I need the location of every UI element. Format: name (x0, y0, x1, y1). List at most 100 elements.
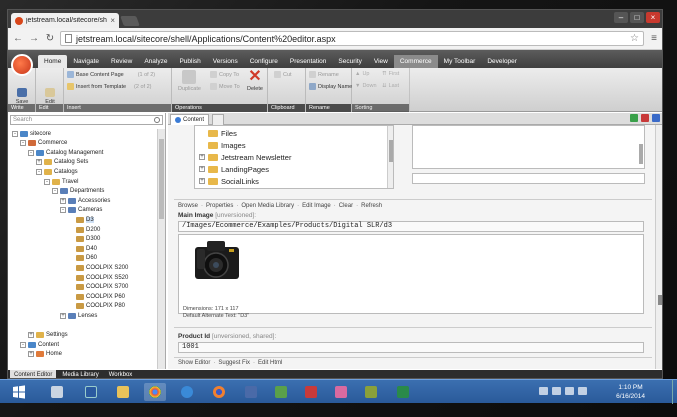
tree-node[interactable]: + Home (28, 350, 62, 359)
expand-icon[interactable]: + (28, 351, 34, 358)
tree-node[interactable]: - Travel (44, 177, 78, 186)
product-id-field[interactable]: 1001 (178, 342, 644, 353)
app-blue-icon[interactable] (240, 383, 262, 401)
tree-node[interactable]: - Catalog Management (28, 148, 103, 157)
field-action-link[interactable]: Edit Image (302, 203, 331, 209)
treelist-item[interactable]: + Jetstream Newsletter (199, 152, 291, 162)
treelist-scrollbar[interactable] (387, 126, 393, 188)
display-name-button[interactable]: Display Name (309, 83, 352, 90)
field-action-link[interactable]: Properties (206, 203, 233, 209)
internet-explorer-icon[interactable] (176, 383, 198, 401)
collapse-icon[interactable]: - (52, 188, 58, 195)
collapse-icon[interactable]: - (28, 149, 34, 156)
collapse-icon[interactable]: - (60, 207, 66, 214)
language-flag-icon[interactable] (641, 114, 649, 122)
ribbon-tab-view[interactable]: View (368, 55, 394, 68)
collapse-icon[interactable]: - (20, 341, 26, 348)
field-action-link[interactable]: Refresh (361, 203, 382, 209)
sort-down-button[interactable]: ▼ Down (355, 83, 377, 89)
field-action-link[interactable]: Open Media Library (241, 203, 294, 209)
start-button[interactable] (8, 383, 30, 401)
app-olive-icon[interactable] (360, 383, 382, 401)
insert-base-content-page[interactable]: Base Content Page (1 of 2) (67, 71, 155, 78)
tree-node[interactable]: - Departments (52, 187, 104, 196)
ribbon-tab-commerce[interactable]: Commerce (393, 55, 438, 68)
main-image-preview[interactable]: Dimensions: 171 x 117 Default Alternate … (178, 234, 644, 319)
collapse-icon[interactable]: - (44, 178, 50, 185)
insert-from-template[interactable]: Insert from Template (2 of 2) (67, 83, 151, 90)
tree-node[interactable]: D60 (68, 254, 97, 263)
tab-workbox[interactable]: Workbox (105, 370, 137, 378)
tree-node[interactable]: D40 (68, 244, 97, 253)
back-arrow-icon[interactable]: ← (12, 33, 24, 45)
show-desktop-button[interactable] (672, 380, 677, 404)
main-image-path-field[interactable]: /Images/Ecommerce/Examples/Products/Digi… (178, 221, 644, 232)
minimize-button[interactable]: – (614, 12, 628, 23)
chrome-icon[interactable] (144, 383, 166, 401)
tree-node[interactable]: - Catalogs (36, 167, 78, 176)
save-button[interactable]: Save (11, 88, 33, 105)
tab-content[interactable]: Content (170, 114, 210, 125)
navigate-icon[interactable] (630, 114, 638, 122)
powershell-icon[interactable] (80, 383, 102, 401)
browser-tab[interactable]: jetstream.local/sitecore/sh × (11, 13, 119, 28)
ribbon-tab-review[interactable]: Review (105, 55, 138, 68)
tab-secondary[interactable] (212, 114, 224, 125)
tree-node[interactable]: + Accessories (60, 196, 110, 205)
sort-first-button[interactable]: ⇈ First (382, 71, 399, 77)
tree-node[interactable]: - Content (20, 340, 59, 349)
app-green-icon[interactable] (270, 383, 292, 401)
tree-node[interactable]: COOLPIX P60 (68, 292, 125, 301)
ribbon-tab-configure[interactable]: Configure (244, 55, 284, 68)
search-icon[interactable] (154, 117, 160, 123)
address-bar[interactable]: jetstream.local/sitecore/shell/Applicati… (60, 31, 644, 46)
tree-node[interactable]: - Commerce (20, 139, 67, 148)
cut-button[interactable]: Cut (274, 71, 292, 78)
new-tab-button[interactable] (120, 16, 140, 26)
treelist-field[interactable]: Files Images + Jetstream Newsletter + Landing… (194, 125, 394, 189)
move-to-button[interactable]: Move To (210, 83, 240, 90)
treelist-item[interactable]: + LandingPages (199, 164, 269, 174)
collapse-icon[interactable]: - (36, 168, 42, 175)
tree-node[interactable]: - Cameras (60, 206, 102, 215)
field-action-link[interactable]: Clear (339, 203, 353, 209)
rename-button[interactable]: Rename (309, 71, 339, 78)
tree-node[interactable]: + Catalog Sets (36, 158, 88, 167)
tree-scrollbar[interactable] (157, 129, 165, 369)
file-explorer-icon[interactable] (112, 383, 134, 401)
tree-node[interactable]: + Settings (28, 331, 68, 340)
expand-icon[interactable]: + (60, 312, 66, 319)
selected-box-scroll-thumb[interactable] (639, 144, 643, 164)
volume-icon[interactable] (578, 387, 587, 395)
sort-last-button[interactable]: ⇊ Last (382, 83, 399, 89)
treelist-item[interactable]: + SocialLinks (199, 176, 259, 186)
collapse-icon[interactable]: - (12, 130, 18, 137)
ribbon-tab-versions[interactable]: Versions (207, 55, 244, 68)
keyboard-icon[interactable] (539, 387, 548, 395)
tree-node[interactable]: D200 (68, 225, 100, 234)
version-icon[interactable] (652, 114, 660, 122)
tree-search-input[interactable]: Search (10, 115, 163, 125)
ribbon-tab-security[interactable]: Security (332, 55, 367, 68)
tree-node[interactable]: D300 (68, 235, 100, 244)
treelist-extra-field[interactable] (412, 173, 645, 184)
treelist-scrollbar-thumb[interactable] (389, 140, 393, 162)
ribbon-tab-publish[interactable]: Publish (173, 55, 206, 68)
expand-icon[interactable]: + (60, 197, 66, 204)
ribbon-tab-presentation[interactable]: Presentation (284, 55, 333, 68)
tree-node[interactable]: COOLPIX S200 (68, 263, 128, 272)
excel-icon[interactable] (392, 383, 414, 401)
content-scrollbar[interactable] (655, 125, 662, 369)
network-icon[interactable] (565, 387, 574, 395)
flag-icon[interactable] (552, 387, 561, 395)
delete-button[interactable]: ✕ Delete (244, 69, 266, 93)
reload-icon[interactable]: ↻ (44, 33, 56, 45)
bookmark-star-icon[interactable]: ☆ (630, 33, 639, 44)
field-action-link[interactable]: Suggest Fix (218, 360, 250, 366)
ribbon-tab-analyze[interactable]: Analyze (138, 55, 173, 68)
maximize-button[interactable]: □ (630, 12, 644, 23)
ribbon-tab-navigate[interactable]: Navigate (67, 55, 105, 68)
app-pink-icon[interactable] (330, 383, 352, 401)
sitecore-logo[interactable] (11, 54, 33, 76)
tree-scrollbar-thumb[interactable] (159, 139, 164, 219)
